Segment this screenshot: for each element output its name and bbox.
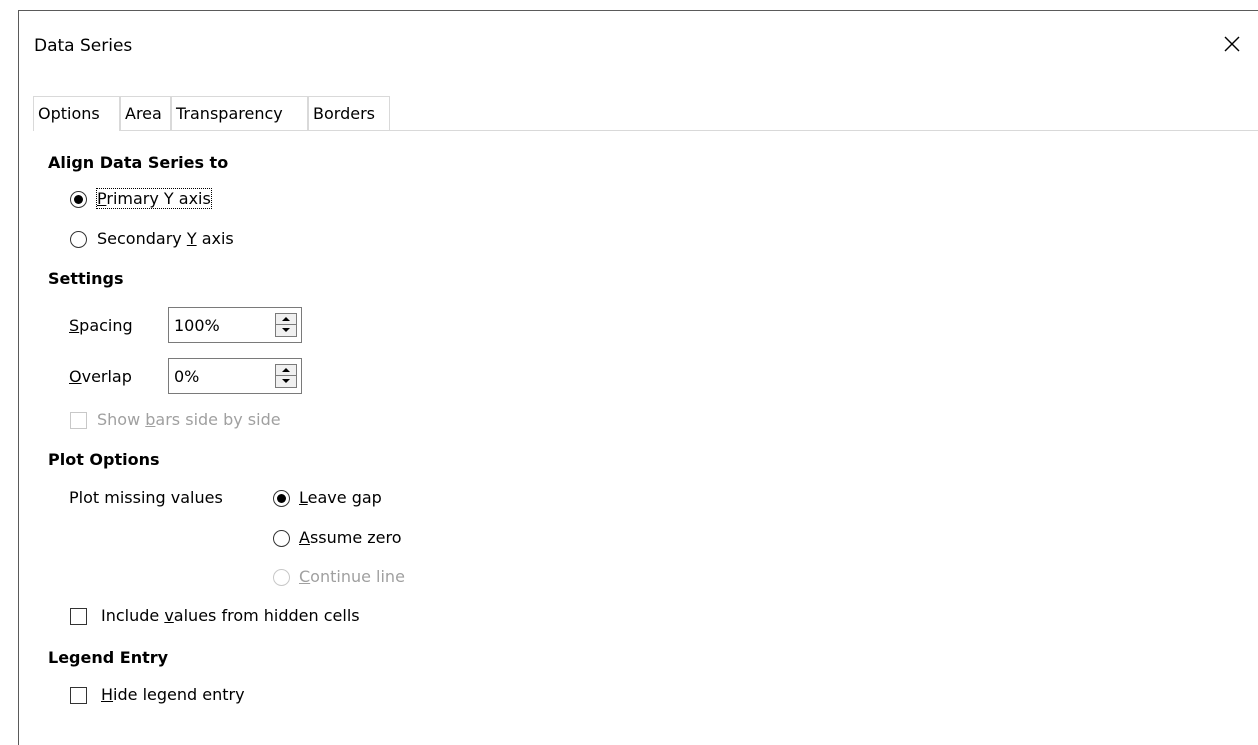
- side-by-side-mnemonic: b: [145, 410, 156, 429]
- spacing-value: 100%: [174, 316, 220, 335]
- close-icon[interactable]: [1222, 34, 1242, 54]
- show-bars-side-by-side-label: Show bars side by side: [97, 410, 281, 429]
- tab-options[interactable]: Options: [33, 96, 120, 131]
- tab-transparency[interactable]: Transparency: [171, 96, 308, 130]
- dialog-title: Data Series: [34, 36, 133, 56]
- overlap-label-rest: verlap: [81, 367, 132, 386]
- assume-zero-label[interactable]: Assume zero: [299, 528, 402, 547]
- spacing-label: Spacing: [69, 316, 133, 335]
- tab-borders-label: Borders: [313, 104, 375, 123]
- legend-entry-section-title: Legend Entry: [48, 648, 169, 667]
- overlap-spin-buttons[interactable]: [275, 364, 297, 388]
- secondary-y-axis-radio[interactable]: [70, 231, 87, 248]
- side-by-side-pre: Show: [97, 410, 146, 429]
- continue-line-radio[interactable]: [273, 569, 290, 586]
- assume-zero-radio[interactable]: [273, 530, 290, 547]
- spin-up-icon[interactable]: [282, 317, 290, 321]
- radio-selected-dot: [277, 494, 286, 503]
- overlap-spinbox[interactable]: 0%: [168, 358, 302, 394]
- include-hidden-mnemonic: v: [164, 606, 174, 625]
- tab-borders[interactable]: Borders: [308, 96, 390, 130]
- spacing-spin-buttons[interactable]: [275, 313, 297, 337]
- spacing-spinbox[interactable]: 100%: [168, 307, 302, 343]
- spin-up-icon[interactable]: [282, 368, 290, 372]
- window-border-top: [18, 10, 1258, 11]
- include-hidden-cells-checkbox[interactable]: [70, 608, 87, 625]
- leave-gap-rest: eave gap: [307, 488, 382, 507]
- continue-line-rest: ontinue line: [310, 567, 405, 586]
- settings-section-title: Settings: [48, 269, 124, 288]
- secondary-pre: Secondary: [97, 229, 187, 248]
- data-series-dialog: Data Series Options Area Transparency Bo…: [0, 0, 1258, 745]
- spacing-mnemonic: S: [69, 316, 80, 335]
- overlap-mnemonic: O: [69, 367, 82, 386]
- tab-panel-border: [33, 130, 1258, 131]
- align-section-title: Align Data Series to: [48, 153, 229, 172]
- hide-legend-entry-checkbox[interactable]: [70, 687, 87, 704]
- include-hidden-pre: Include: [101, 606, 165, 625]
- include-hidden-cells-label[interactable]: Include values from hidden cells: [101, 606, 360, 625]
- show-bars-side-by-side-checkbox[interactable]: [70, 412, 87, 429]
- tab-area-label: Area: [125, 104, 162, 123]
- hide-legend-rest: ide legend entry: [113, 685, 245, 704]
- hide-legend-entry-label[interactable]: Hide legend entry: [101, 685, 245, 704]
- leave-gap-mnemonic: L: [299, 488, 308, 507]
- radio-selected-dot: [74, 195, 83, 204]
- primary-rest: rimary Y axis: [106, 189, 211, 208]
- secondary-post: axis: [196, 229, 234, 248]
- leave-gap-label[interactable]: Leave gap: [299, 488, 382, 507]
- spin-divider: [276, 375, 296, 376]
- overlap-label: Overlap: [69, 367, 132, 386]
- plot-missing-values-label: Plot missing values: [69, 488, 223, 507]
- spin-down-icon[interactable]: [282, 328, 290, 332]
- tab-transparency-label: Transparency: [176, 104, 283, 123]
- leave-gap-radio[interactable]: [273, 490, 290, 507]
- hide-legend-mnemonic: H: [101, 685, 114, 704]
- primary-mnemonic: P: [97, 189, 107, 208]
- plot-options-section-title: Plot Options: [48, 450, 160, 469]
- primary-y-axis-radio[interactable]: [70, 191, 87, 208]
- spin-divider: [276, 324, 296, 325]
- secondary-mnemonic: Y: [186, 229, 197, 248]
- tab-options-label: Options: [38, 104, 100, 123]
- primary-y-axis-label[interactable]: Primary Y axis: [96, 188, 212, 209]
- spin-down-icon[interactable]: [282, 379, 290, 383]
- overlap-value: 0%: [174, 367, 200, 386]
- spacing-label-rest: pacing: [79, 316, 133, 335]
- tab-area[interactable]: Area: [120, 96, 171, 130]
- continue-line-mnemonic: C: [299, 567, 311, 586]
- secondary-y-axis-label[interactable]: Secondary Y axis: [97, 229, 234, 248]
- side-by-side-post: ars side by side: [155, 410, 281, 429]
- assume-zero-mnemonic: A: [299, 528, 310, 547]
- continue-line-label: Continue line: [299, 567, 405, 586]
- assume-zero-rest: ssume zero: [309, 528, 402, 547]
- window-border-left: [18, 10, 19, 745]
- include-hidden-post: alues from hidden cells: [173, 606, 360, 625]
